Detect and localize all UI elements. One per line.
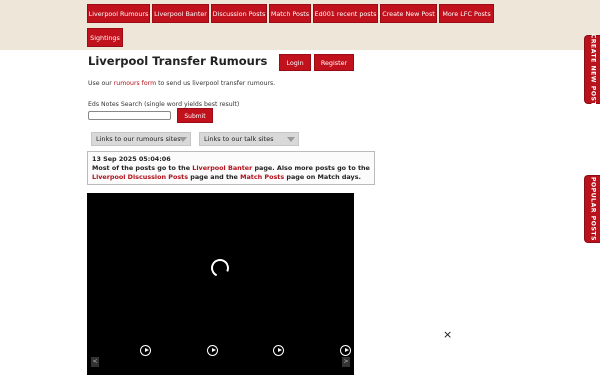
nav-liverpool-rumours[interactable]: Liverpool Rumours <box>87 4 150 23</box>
popular-posts-tab[interactable]: POPULAR POSTS <box>584 175 600 243</box>
search-input[interactable] <box>88 111 171 120</box>
page-title: Liverpool Transfer Rumours <box>88 54 268 68</box>
rumours-sites-dropdown[interactable]: Links to our rumours sites <box>91 132 191 146</box>
popular-posts-tab-label: POPULAR POSTS <box>589 177 596 241</box>
close-icon[interactable]: × <box>443 328 452 341</box>
create-new-post-tab-label: CREATE NEW POST <box>589 33 596 106</box>
play-icon[interactable] <box>340 345 351 356</box>
nav-more-lfc-posts[interactable]: More LFC Posts <box>439 4 494 23</box>
nav-match-posts[interactable]: Match Posts <box>269 4 311 23</box>
nav-discussion-posts[interactable]: Discussion Posts <box>211 4 267 23</box>
chevron-down-icon <box>179 137 187 142</box>
intro-prefix: Use our <box>88 80 114 87</box>
carousel-next-button[interactable]: > <box>342 357 350 367</box>
nav-liverpool-banter[interactable]: Liverpool Banter <box>152 4 209 23</box>
news-timestamp: 13 Sep 2025 05:04:06 <box>92 155 171 163</box>
news-text-1: Most of the posts go to the <box>92 163 193 172</box>
video-player[interactable]: < > <box>87 193 354 375</box>
search-label: Eds Notes Search (single word yields bes… <box>88 101 240 108</box>
submit-button[interactable]: Submit <box>177 108 213 123</box>
news-text-3: page and the <box>188 172 241 181</box>
news-box: 13 Sep 2025 05:04:06 Most of the posts g… <box>87 151 375 185</box>
play-icon[interactable] <box>207 345 218 356</box>
play-icon[interactable] <box>140 345 151 356</box>
create-new-post-tab[interactable]: CREATE NEW POST <box>584 33 600 106</box>
register-button[interactable]: Register <box>314 54 354 71</box>
news-line-2: Liverpool Discussion Posts page and the … <box>92 173 370 182</box>
loading-spinner-icon <box>208 256 232 280</box>
intro-text: Use our rumours form to send us liverpoo… <box>88 80 275 87</box>
banter-link[interactable]: Liverpool Banter <box>192 164 252 172</box>
talk-sites-label: Links to our talk sites <box>204 135 274 143</box>
talk-sites-dropdown[interactable]: Links to our talk sites <box>199 132 299 146</box>
rumours-form-link[interactable]: rumours form <box>114 80 156 87</box>
nav-create-new-post[interactable]: Create New Post <box>380 4 437 23</box>
rumours-sites-label: Links to our rumours sites <box>96 135 181 143</box>
news-text-2: page. Also more posts go to the <box>252 163 370 172</box>
news-line-1: Most of the posts go to the Liverpool Ba… <box>92 164 370 173</box>
discussion-posts-link[interactable]: Liverpool Discussion Posts <box>92 173 188 181</box>
carousel-prev-button[interactable]: < <box>91 357 99 367</box>
nav-ed001-recent-posts[interactable]: Ed001 recent posts <box>313 4 378 23</box>
play-icon[interactable] <box>273 345 284 356</box>
nav-sightings[interactable]: Sightings <box>87 28 123 47</box>
chevron-down-icon <box>287 137 295 142</box>
news-text-4: page on Match days. <box>284 172 361 181</box>
login-button[interactable]: Login <box>279 54 311 71</box>
intro-suffix: to send us liverpool transfer rumours. <box>156 80 276 87</box>
match-posts-link[interactable]: Match Posts <box>240 173 284 181</box>
